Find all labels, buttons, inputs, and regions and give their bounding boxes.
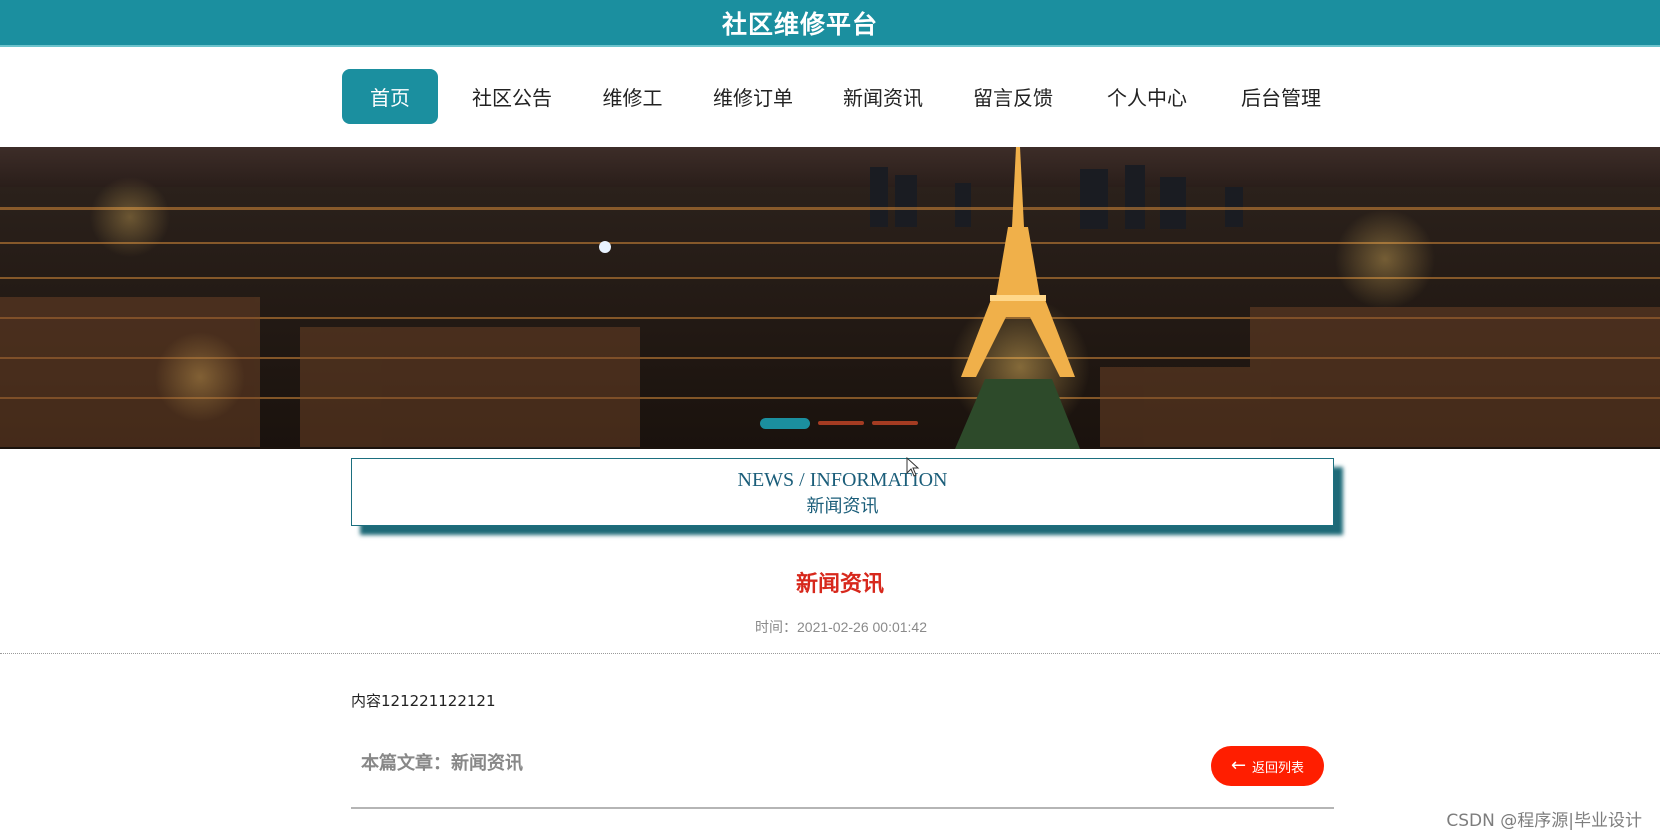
carousel-dot-3[interactable] [872,421,918,425]
mouse-cursor-icon [906,457,920,477]
banner-carousel[interactable] [0,147,1660,449]
nav-item-orders[interactable]: 维修订单 [702,69,804,124]
nav-item-profile[interactable]: 个人中心 [1096,69,1198,124]
carousel-dot-2[interactable] [818,421,864,425]
back-button-label: 返回列表 [1252,760,1305,776]
nav-item-announcements[interactable]: 社区公告 [462,69,562,124]
back-to-list-button[interactable]: ← 返回列表 [1211,746,1324,786]
night-city-image [0,147,1660,449]
nav-item-admin[interactable]: 后台管理 [1230,69,1332,124]
page: 社区维修平台 首页 社区公告 维修工 维修订单 新闻资讯 留言反馈 个人中心 后… [0,0,1660,838]
site-header: 社区维修平台 [0,0,1660,47]
site-title: 社区维修平台 [721,9,878,39]
nav-item-home[interactable]: 首页 [342,69,438,124]
divider [0,653,1660,654]
article-title: 新闻资讯 [795,572,884,597]
section-title-en: NEWS / INFORMATION [737,469,948,491]
time-value: 2021-02-26 00:01:42 [797,619,927,635]
article-content: 内容121221122121 [351,692,496,710]
watermark: CSDN @程序源|毕业设计 [1446,811,1642,831]
main-nav: 首页 社区公告 维修工 维修订单 新闻资讯 留言反馈 个人中心 后台管理 [0,47,1660,147]
article-time: 时间：2021-02-26 00:01:42 [0,617,1660,637]
carousel-dot-1[interactable] [760,417,810,429]
section-title-cn: 新闻资讯 [806,496,879,517]
article-footer-label: 本篇文章：新闻资讯 [361,753,523,774]
time-label: 时间： [755,619,797,635]
nav-item-feedback[interactable]: 留言反馈 [962,69,1064,124]
article-footer: 本篇文章：新闻资讯 ← 返回列表 [351,741,1334,809]
section-heading: NEWS / INFORMATION 新闻资讯 [351,458,1334,526]
nav-item-news[interactable]: 新闻资讯 [832,69,934,124]
arrow-left-icon: ← [1230,755,1247,776]
nav-item-workers[interactable]: 维修工 [590,69,675,124]
carousel-indicators [760,417,930,429]
